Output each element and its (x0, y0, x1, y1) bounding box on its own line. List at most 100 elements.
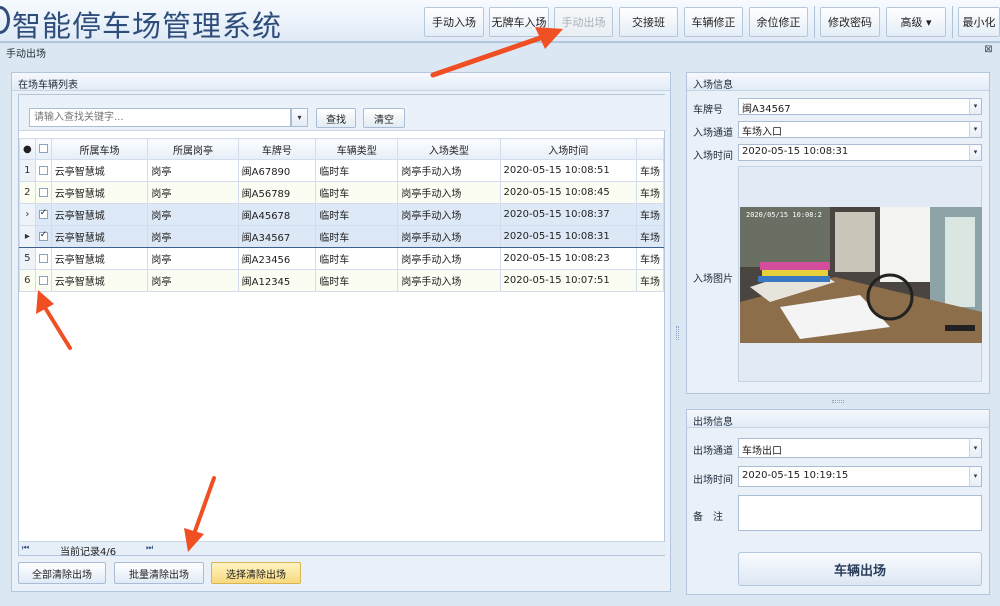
column-vehicle-type[interactable]: 车辆类型 (315, 138, 399, 160)
cell-type: 临时车 (315, 269, 399, 292)
row-checkbox[interactable] (34, 247, 52, 270)
entry-info-title: 入场信息 (687, 73, 989, 91)
cell-lot: 云亭智慧城 (50, 247, 149, 270)
row-checkbox[interactable] (34, 181, 52, 204)
chevron-down-icon[interactable]: ▾ (969, 99, 981, 114)
change-password-button[interactable]: 修改密码 (820, 7, 880, 37)
cell-entry-type: 岗亭手动入场 (397, 159, 501, 182)
entry-time-field[interactable]: 2020-05-15 10:08:31 ▾ (738, 144, 982, 161)
horizontal-splitter[interactable] (832, 400, 844, 403)
column-plate[interactable]: 车牌号 (237, 138, 317, 160)
exit-channel-label: 出场通道 (693, 446, 733, 457)
row-checkbox[interactable] (34, 203, 52, 226)
cell-more: 车场 (635, 247, 665, 270)
remark-input[interactable] (738, 495, 982, 531)
row-index: 6 (19, 269, 36, 292)
cell-entry-type: 岗亭手动入场 (397, 225, 501, 248)
entry-channel-value: 车场入口 (742, 127, 782, 138)
exit-channel-value: 车场出口 (742, 446, 782, 457)
row-index: 1 (19, 159, 36, 182)
cell-plate: 闽A12345 (237, 269, 317, 292)
column-more (635, 138, 665, 160)
entry-plate-field[interactable]: 闽A34567 ▾ (738, 98, 982, 115)
cell-lot: 云亭智慧城 (50, 269, 149, 292)
no-plate-entry-button[interactable]: 无牌车入场 (489, 7, 549, 37)
manual-entry-button[interactable]: 手动入场 (424, 7, 484, 37)
title-bar: 智能停车场管理系统 手动入场 无牌车入场 手动出场 交接班 车辆修正 余位修正 … (0, 0, 1000, 43)
clear-button[interactable]: 清空 (363, 108, 405, 128)
cell-entry-type: 岗亭手动入场 (397, 181, 501, 204)
shift-handover-button[interactable]: 交接班 (619, 7, 678, 37)
cell-time: 2020-05-15 10:08:31 (499, 225, 637, 248)
cell-lot: 云亭智慧城 (50, 181, 149, 204)
column-lot[interactable]: 所属车场 (50, 138, 149, 160)
cell-booth: 岗亭 (147, 181, 239, 204)
cell-more: 车场 (635, 225, 665, 248)
cell-booth: 岗亭 (147, 159, 239, 182)
row-index: ▸ (19, 225, 36, 248)
chevron-down-icon[interactable]: ▾ (969, 439, 981, 457)
entry-time-value: 2020-05-15 10:08:31 (742, 146, 849, 157)
table-row[interactable]: ▸ 云亭智慧城 岗亭 闽A34567 临时车 岗亭手动入场 2020-05-15… (19, 225, 665, 248)
table-row[interactable]: 5 云亭智慧城 岗亭 闽A23456 临时车 岗亭手动入场 2020-05-15… (19, 247, 665, 270)
row-index: 2 (19, 181, 36, 204)
manual-exit-button[interactable]: 手动出场 (554, 7, 613, 37)
row-checkbox[interactable] (34, 225, 52, 248)
minimize-button[interactable]: 最小化 (958, 7, 1000, 37)
cell-type: 临时车 (315, 181, 399, 204)
first-page-icon[interactable]: ⏮ (22, 543, 29, 553)
cell-type: 临时车 (315, 203, 399, 226)
entry-plate-value: 闽A34567 (742, 104, 791, 115)
cell-plate: 闽A34567 (237, 225, 317, 248)
snapshot-timestamp: 2020/05/15 10:08:2 (746, 211, 822, 219)
space-correction-button[interactable]: 余位修正 (749, 7, 808, 37)
window-title: 手动出场 (6, 49, 46, 60)
exit-channel-select[interactable]: 车场出口 ▾ (738, 438, 982, 458)
vehicle-correction-button[interactable]: 车辆修正 (684, 7, 743, 37)
close-icon[interactable]: ⊠ (983, 45, 994, 56)
row-checkbox[interactable] (34, 159, 52, 182)
cell-booth: 岗亭 (147, 247, 239, 270)
entry-time-label: 入场时间 (693, 151, 733, 162)
table-row[interactable]: 6 云亭智慧城 岗亭 闽A12345 临时车 岗亭手动入场 2020-05-15… (19, 269, 665, 292)
table-header: ● 所属车场 所属岗亭 车牌号 车辆类型 入场类型 入场时间 (19, 138, 665, 160)
select-clear-exit-button[interactable]: 选择清除出场 (211, 562, 301, 584)
cell-lot: 云亭智慧城 (50, 203, 149, 226)
clear-all-exit-button[interactable]: 全部清除出场 (18, 562, 106, 584)
entry-camera-image[interactable]: 2020/05/15 10:08:2 (740, 207, 982, 343)
cell-plate: 闽A23456 (237, 247, 317, 270)
entry-channel-field[interactable]: 车场入口 ▾ (738, 121, 982, 138)
vehicle-list-title: 在场车辆列表 (12, 73, 670, 91)
batch-clear-exit-button[interactable]: 批量清除出场 (114, 562, 204, 584)
cell-booth: 岗亭 (147, 203, 239, 226)
select-all-checkbox[interactable] (34, 138, 52, 160)
vertical-splitter[interactable] (676, 326, 679, 340)
row-checkbox[interactable] (34, 269, 52, 292)
entry-plate-label: 车牌号 (693, 105, 723, 116)
cell-type: 临时车 (315, 159, 399, 182)
advanced-menu-button[interactable]: 高级 ▾ (886, 7, 946, 37)
table-row[interactable]: 1 云亭智慧城 岗亭 闽A67890 临时车 岗亭手动入场 2020-05-15… (19, 159, 665, 182)
row-indicator-header: ● (19, 138, 36, 160)
search-bar: ▾ 查找 清空 (19, 95, 666, 131)
entry-snapshot-illustration: 2020/05/15 10:08:2 (740, 207, 982, 343)
find-button[interactable]: 查找 (316, 108, 356, 128)
chevron-down-icon[interactable]: ▾ (291, 108, 308, 127)
chevron-down-icon[interactable]: ▾ (969, 122, 981, 137)
table-row[interactable]: 2 云亭智慧城 岗亭 闽A56789 临时车 岗亭手动入场 2020-05-15… (19, 181, 665, 204)
vehicle-exit-button[interactable]: 车辆出场 (738, 552, 982, 586)
column-entry-time[interactable]: 入场时间 (499, 138, 637, 160)
search-input[interactable] (29, 108, 291, 127)
cell-time: 2020-05-15 10:08:51 (499, 159, 637, 182)
vehicle-grid-container: ▾ 查找 清空 ● 所属车场 所属岗亭 车牌号 车辆类型 入场类型 入场时间 1 (18, 94, 666, 558)
cell-more: 车场 (635, 181, 665, 204)
column-booth[interactable]: 所属岗亭 (147, 138, 239, 160)
column-entry-type[interactable]: 入场类型 (397, 138, 501, 160)
chevron-down-icon[interactable]: ▾ (969, 467, 981, 486)
chevron-down-icon[interactable]: ▾ (969, 145, 981, 160)
cell-plate: 闽A67890 (237, 159, 317, 182)
table-row[interactable]: › 云亭智慧城 岗亭 闽A45678 临时车 岗亭手动入场 2020-05-15… (19, 203, 665, 226)
last-page-icon[interactable]: ⏭ (146, 543, 153, 553)
exit-time-field[interactable]: 2020-05-15 10:19:15 ▾ (738, 466, 982, 487)
cell-more: 车场 (635, 203, 665, 226)
